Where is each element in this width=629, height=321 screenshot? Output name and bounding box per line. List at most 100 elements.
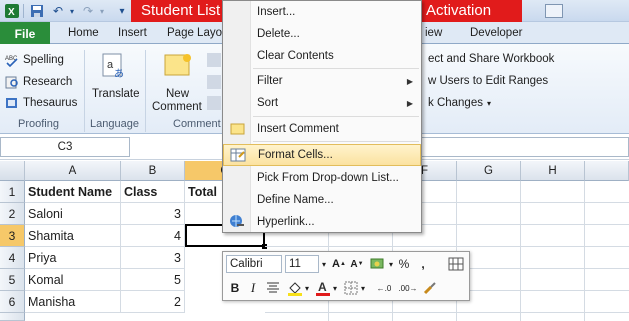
cell-b2[interactable]: 3 bbox=[121, 203, 185, 225]
borders-icon[interactable] bbox=[343, 279, 359, 297]
spelling-button[interactable]: ABC Spelling bbox=[5, 53, 64, 67]
group-label-language: Language bbox=[90, 118, 139, 130]
borders-dropdown-icon[interactable]: ▾ bbox=[359, 279, 367, 297]
font-name-value: Calibri bbox=[230, 258, 263, 270]
paintbrush-icon[interactable] bbox=[421, 279, 439, 297]
accounting-dropdown-icon[interactable]: ▾ bbox=[387, 255, 395, 273]
cell-a2[interactable]: Saloni bbox=[25, 203, 121, 225]
cell-a4[interactable]: Priya bbox=[25, 247, 121, 269]
fill-color-dropdown-icon[interactable]: ▾ bbox=[303, 279, 311, 297]
thesaurus-label: Thesaurus bbox=[23, 97, 78, 109]
new-comment-icon[interactable] bbox=[162, 52, 194, 82]
menu-item-filter-label: Filter bbox=[257, 75, 283, 87]
menu-item-hyperlink-label: Hyperlink... bbox=[257, 216, 315, 228]
accounting-format-icon[interactable] bbox=[369, 255, 387, 273]
row-header-3[interactable]: 3 bbox=[0, 225, 25, 247]
redo-dropdown-icon[interactable]: ▾ bbox=[94, 3, 110, 19]
cell-a6[interactable]: Manisha bbox=[25, 291, 121, 313]
new-comment-label-1[interactable]: New bbox=[166, 88, 189, 100]
menu-item-sort[interactable]: Sort ▶ bbox=[223, 92, 421, 114]
submenu-arrow-icon: ▶ bbox=[406, 98, 413, 108]
undo-dropdown-icon[interactable]: ▾ bbox=[64, 3, 80, 19]
menu-item-delete[interactable]: Delete... bbox=[223, 23, 421, 45]
font-size-dropdown-icon[interactable]: ▾ bbox=[319, 255, 329, 273]
menu-item-pick-dropdown[interactable]: Pick From Drop-down List... bbox=[223, 167, 421, 189]
menu-item-define-name[interactable]: Define Name... bbox=[223, 189, 421, 211]
row-header-2[interactable]: 2 bbox=[0, 203, 25, 225]
cell-b3[interactable]: 4 bbox=[121, 225, 185, 247]
tab-view[interactable]: iew bbox=[425, 27, 442, 39]
column-header-a[interactable]: A bbox=[25, 161, 121, 181]
percent-style-button[interactable]: % bbox=[397, 255, 411, 273]
previous-comment-icon[interactable] bbox=[207, 75, 221, 89]
comma-style-button[interactable]: , bbox=[417, 255, 429, 273]
svg-text:a: a bbox=[107, 59, 114, 71]
next-comment-icon[interactable] bbox=[207, 96, 221, 110]
italic-icon[interactable]: I bbox=[245, 279, 261, 297]
svg-text:あ: あ bbox=[114, 68, 124, 80]
submenu-arrow-icon: ▶ bbox=[406, 76, 413, 86]
column-header-g[interactable]: G bbox=[457, 161, 521, 181]
font-color-icon[interactable]: A bbox=[315, 279, 331, 297]
font-color-dropdown-icon[interactable]: ▾ bbox=[331, 279, 339, 297]
tab-file[interactable]: File bbox=[0, 22, 50, 45]
cell-b6[interactable]: 2 bbox=[121, 291, 185, 313]
window-minimize-button[interactable] bbox=[545, 4, 563, 18]
fill-color-icon[interactable] bbox=[287, 279, 303, 297]
menu-item-insert[interactable]: Insert... bbox=[223, 1, 421, 23]
track-changes-button[interactable]: k Changes ▾ bbox=[428, 97, 491, 109]
delete-comment-icon[interactable] bbox=[207, 53, 221, 67]
name-box[interactable]: C3 bbox=[0, 137, 130, 157]
translate-icon[interactable]: aあ bbox=[101, 52, 129, 82]
cell-b5[interactable]: 5 bbox=[121, 269, 185, 291]
menu-item-clear-contents[interactable]: Clear Contents bbox=[223, 45, 421, 67]
group-separator bbox=[84, 50, 85, 132]
share-workbook-button[interactable]: ect and Share Workbook bbox=[428, 53, 554, 65]
menu-item-format-cells[interactable]: Format Cells... bbox=[223, 144, 421, 166]
new-comment-label-2[interactable]: Comment bbox=[152, 101, 202, 113]
tab-page-layout[interactable]: Page Layou bbox=[167, 27, 228, 39]
research-button[interactable]: Research bbox=[5, 75, 72, 89]
increase-decimal-icon[interactable]: ←.0 bbox=[373, 279, 395, 297]
font-name-box[interactable]: Calibri bbox=[226, 255, 282, 273]
thesaurus-button[interactable]: Thesaurus bbox=[5, 96, 77, 110]
cell-a5[interactable]: Komal bbox=[25, 269, 121, 291]
column-header-h[interactable]: H bbox=[521, 161, 585, 181]
tab-developer[interactable]: Developer bbox=[470, 27, 522, 39]
align-center-icon[interactable] bbox=[265, 279, 281, 297]
allow-users-edit-ranges-button[interactable]: w Users to Edit Ranges bbox=[428, 75, 548, 87]
row-header-1[interactable]: 1 bbox=[0, 181, 25, 203]
decrease-decimal-icon[interactable]: .00→ bbox=[397, 279, 419, 297]
bold-icon[interactable]: B bbox=[227, 279, 243, 297]
menu-item-hyperlink[interactable]: Hyperlink... bbox=[223, 211, 421, 233]
cell-b4[interactable]: 3 bbox=[121, 247, 185, 269]
save-icon[interactable] bbox=[29, 3, 45, 19]
row-header-7[interactable] bbox=[0, 313, 25, 321]
menu-item-insert-comment[interactable]: Insert Comment bbox=[223, 118, 421, 140]
shrink-font-icon[interactable]: A ▼ bbox=[349, 255, 365, 273]
font-size-box[interactable]: 11 bbox=[285, 255, 319, 273]
tab-home[interactable]: Home bbox=[68, 27, 99, 39]
cell-a3[interactable]: Shamita bbox=[25, 225, 121, 247]
grow-font-icon[interactable]: A ▲ bbox=[331, 255, 347, 273]
hyperlink-icon bbox=[229, 214, 245, 233]
spelling-label: Spelling bbox=[23, 54, 64, 66]
select-all-corner[interactable] bbox=[0, 161, 25, 181]
column-header-blank bbox=[585, 161, 629, 181]
row-header-5[interactable]: 5 bbox=[0, 269, 25, 291]
format-painter-icon[interactable] bbox=[447, 255, 465, 273]
translate-button[interactable]: Translate bbox=[92, 88, 140, 100]
tab-insert[interactable]: Insert bbox=[118, 27, 147, 39]
row-header-6[interactable]: 6 bbox=[0, 291, 25, 313]
excel-app-icon[interactable]: X bbox=[4, 3, 20, 19]
column-header-b[interactable]: B bbox=[121, 161, 185, 181]
menu-item-insert-comment-label: Insert Comment bbox=[257, 123, 339, 135]
customize-qa-icon[interactable]: ▾ bbox=[114, 3, 130, 19]
menu-separator bbox=[253, 116, 419, 117]
research-label: Research bbox=[23, 76, 73, 88]
cell-b1[interactable]: Class bbox=[121, 181, 185, 203]
menu-item-clear-contents-label: Clear Contents bbox=[257, 50, 334, 62]
menu-item-filter[interactable]: Filter ▶ bbox=[223, 70, 421, 92]
cell-a1[interactable]: Student Name bbox=[25, 181, 121, 203]
row-header-4[interactable]: 4 bbox=[0, 247, 25, 269]
